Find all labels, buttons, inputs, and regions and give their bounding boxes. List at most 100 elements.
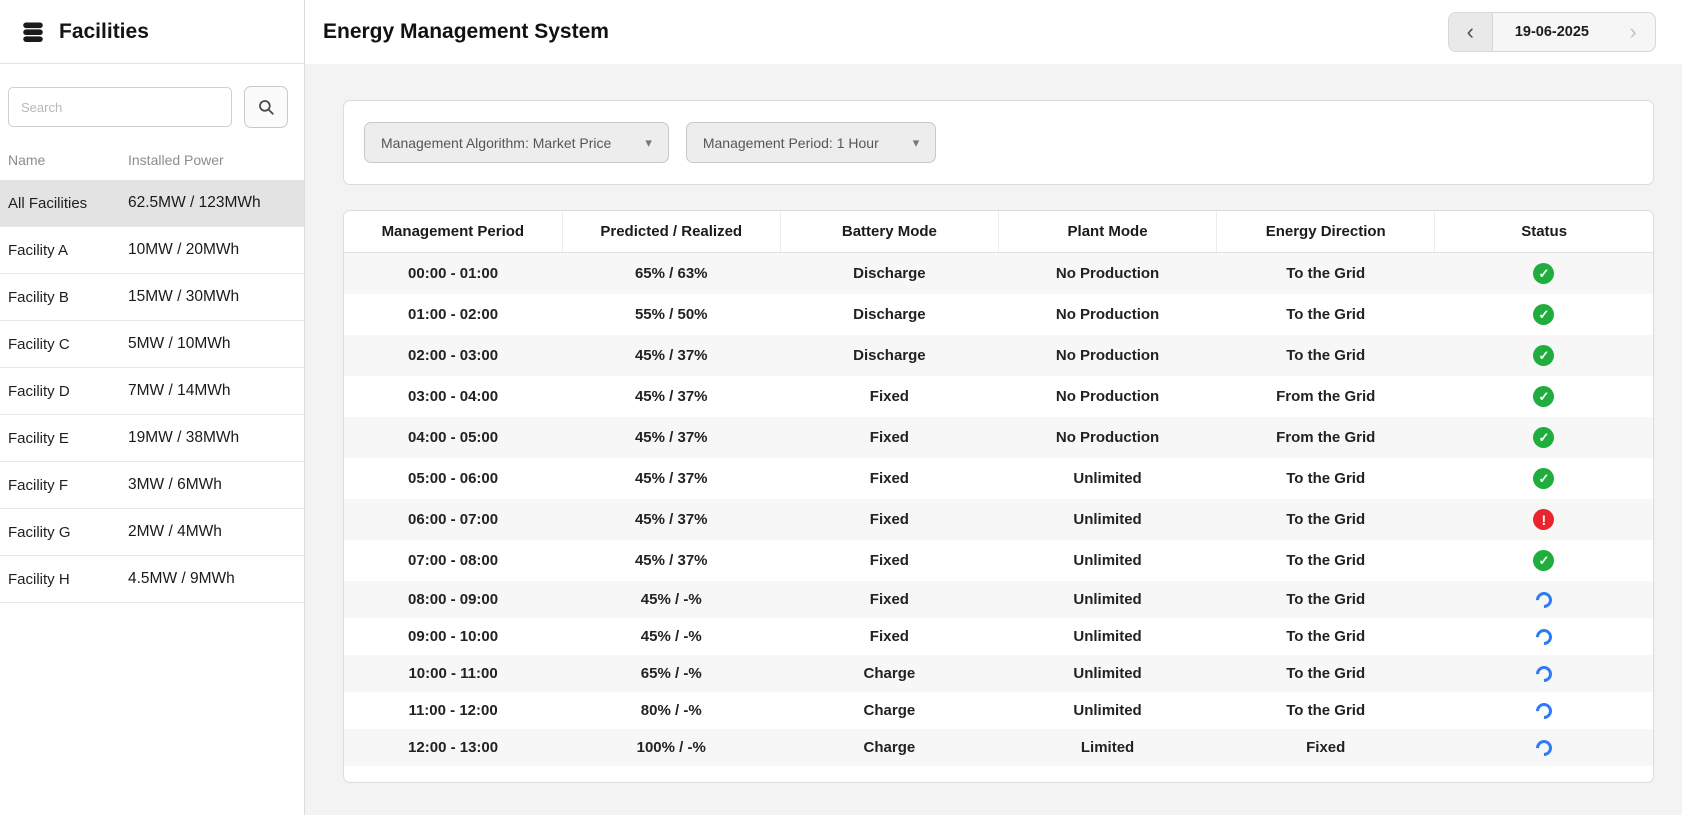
- cell-battery-mode: Fixed: [780, 499, 998, 540]
- cell-predicted-realized: 45% / 37%: [562, 499, 780, 540]
- search-button[interactable]: [244, 86, 288, 128]
- filter-card: Management Algorithm: Market Price ▾ Man…: [343, 100, 1654, 185]
- facility-row-d[interactable]: Facility D 7MW / 14MWh: [0, 368, 304, 415]
- caret-down-icon: ▾: [913, 136, 920, 149]
- cell-energy-direction: To the Grid: [1217, 294, 1435, 335]
- facility-power: 3MW / 6MWh: [128, 476, 294, 494]
- table-row: 12:00 - 13:00 100% / -% Charge Limited F…: [344, 729, 1653, 766]
- search-row: [0, 64, 304, 136]
- facility-power: 4.5MW / 9MWh: [128, 570, 294, 588]
- facility-power: 5MW / 10MWh: [128, 335, 294, 353]
- facility-power: 7MW / 14MWh: [128, 382, 294, 400]
- cell-status: [1435, 692, 1653, 729]
- cell-predicted-realized: 45% / 37%: [562, 417, 780, 458]
- cell-status: [1435, 655, 1653, 692]
- main-header: Energy Management System ‹ 19-06-2025 ›: [305, 0, 1682, 64]
- cell-plant-mode: Unlimited: [998, 458, 1216, 499]
- management-algorithm-dropdown[interactable]: Management Algorithm: Market Price ▾: [364, 122, 669, 163]
- cell-energy-direction: To the Grid: [1217, 335, 1435, 376]
- col-plant-mode: Plant Mode: [998, 211, 1216, 253]
- main-panel: Energy Management System ‹ 19-06-2025 › …: [305, 0, 1682, 815]
- cell-status: [1435, 729, 1653, 766]
- facility-row-all-facilities[interactable]: All Facilities 62.5MW / 123MWh: [0, 180, 304, 227]
- cell-predicted-realized: 45% / 37%: [562, 376, 780, 417]
- cell-plant-mode: No Production: [998, 253, 1216, 295]
- status-icon: [1533, 663, 1556, 686]
- date-prev-button[interactable]: ‹: [1449, 13, 1493, 51]
- status-icon: [1533, 345, 1554, 366]
- cell-status: [1435, 417, 1653, 458]
- facility-row-g[interactable]: Facility G 2MW / 4MWh: [0, 509, 304, 556]
- cell-period: 04:00 - 05:00: [344, 417, 562, 458]
- table-row: 05:00 - 06:00 45% / 37% Fixed Unlimited …: [344, 458, 1653, 499]
- facility-row-b[interactable]: Facility B 15MW / 30MWh: [0, 274, 304, 321]
- cell-energy-direction: To the Grid: [1217, 253, 1435, 295]
- cell-battery-mode: Charge: [780, 692, 998, 729]
- cell-energy-direction: To the Grid: [1217, 499, 1435, 540]
- cell-battery-mode: Fixed: [780, 376, 998, 417]
- cell-status: [1435, 618, 1653, 655]
- facility-power: 2MW / 4MWh: [128, 523, 294, 541]
- table-header-row: Management Period Predicted / Realized B…: [344, 211, 1653, 253]
- cell-status: [1435, 376, 1653, 417]
- database-icon: [20, 19, 46, 45]
- status-icon: [1533, 737, 1556, 760]
- cell-period: 01:00 - 02:00: [344, 294, 562, 335]
- facility-row-h[interactable]: Facility H 4.5MW / 9MWh: [0, 556, 304, 603]
- column-header-name: Name: [8, 152, 128, 168]
- date-next-button[interactable]: ›: [1611, 13, 1655, 51]
- date-display[interactable]: 19-06-2025: [1493, 24, 1611, 40]
- facility-row-f[interactable]: Facility F 3MW / 6MWh: [0, 462, 304, 509]
- cell-period: 00:00 - 01:00: [344, 253, 562, 295]
- cell-predicted-realized: 45% / 37%: [562, 540, 780, 581]
- cell-battery-mode: Charge: [780, 729, 998, 766]
- cell-plant-mode: Unlimited: [998, 581, 1216, 618]
- col-status: Status: [1435, 211, 1653, 253]
- status-icon: [1533, 386, 1554, 407]
- table-row: 09:00 - 10:00 45% / -% Fixed Unlimited T…: [344, 618, 1653, 655]
- cell-energy-direction: To the Grid: [1217, 692, 1435, 729]
- facility-row-e[interactable]: Facility E 19MW / 38MWh: [0, 415, 304, 462]
- facility-power: 15MW / 30MWh: [128, 288, 294, 306]
- sidebar-header: Facilities: [0, 0, 304, 64]
- page-title: Energy Management System: [323, 20, 609, 44]
- cell-battery-mode: Fixed: [780, 540, 998, 581]
- cell-period: 09:00 - 10:00: [344, 618, 562, 655]
- facility-name: Facility D: [8, 383, 128, 400]
- cell-energy-direction: From the Grid: [1217, 376, 1435, 417]
- table-row: 06:00 - 07:00 45% / 37% Fixed Unlimited …: [344, 499, 1653, 540]
- cell-plant-mode: Unlimited: [998, 618, 1216, 655]
- status-icon: [1533, 304, 1554, 325]
- facility-name: Facility F: [8, 477, 128, 494]
- facility-power: 10MW / 20MWh: [128, 241, 294, 259]
- facility-row-c[interactable]: Facility C 5MW / 10MWh: [0, 321, 304, 368]
- status-icon: [1533, 589, 1556, 612]
- facility-row-a[interactable]: Facility A 10MW / 20MWh: [0, 227, 304, 274]
- management-period-dropdown[interactable]: Management Period: 1 Hour ▾: [686, 122, 936, 163]
- content-area: Management Algorithm: Market Price ▾ Man…: [305, 64, 1682, 815]
- cell-energy-direction: From the Grid: [1217, 417, 1435, 458]
- cell-battery-mode: Fixed: [780, 417, 998, 458]
- search-input[interactable]: [8, 87, 232, 127]
- cell-plant-mode: No Production: [998, 294, 1216, 335]
- cell-battery-mode: Discharge: [780, 253, 998, 295]
- cell-plant-mode: Unlimited: [998, 655, 1216, 692]
- management-period-label: Management Period: 1 Hour: [703, 135, 879, 151]
- status-icon: [1533, 427, 1554, 448]
- cell-energy-direction: To the Grid: [1217, 655, 1435, 692]
- cell-energy-direction: To the Grid: [1217, 618, 1435, 655]
- cell-period: 11:00 - 12:00: [344, 692, 562, 729]
- cell-battery-mode: Discharge: [780, 294, 998, 335]
- cell-predicted-realized: 55% / 50%: [562, 294, 780, 335]
- cell-battery-mode: Fixed: [780, 618, 998, 655]
- facility-name: Facility E: [8, 430, 128, 447]
- table-row: 11:00 - 12:00 80% / -% Charge Unlimited …: [344, 692, 1653, 729]
- facility-name: Facility B: [8, 289, 128, 306]
- table-row: 01:00 - 02:00 55% / 50% Discharge No Pro…: [344, 294, 1653, 335]
- cell-energy-direction: To the Grid: [1217, 540, 1435, 581]
- table-row: 02:00 - 03:00 45% / 37% Discharge No Pro…: [344, 335, 1653, 376]
- search-icon: [257, 98, 275, 116]
- col-battery-mode: Battery Mode: [780, 211, 998, 253]
- cell-status: [1435, 253, 1653, 295]
- facility-name: All Facilities: [8, 195, 128, 212]
